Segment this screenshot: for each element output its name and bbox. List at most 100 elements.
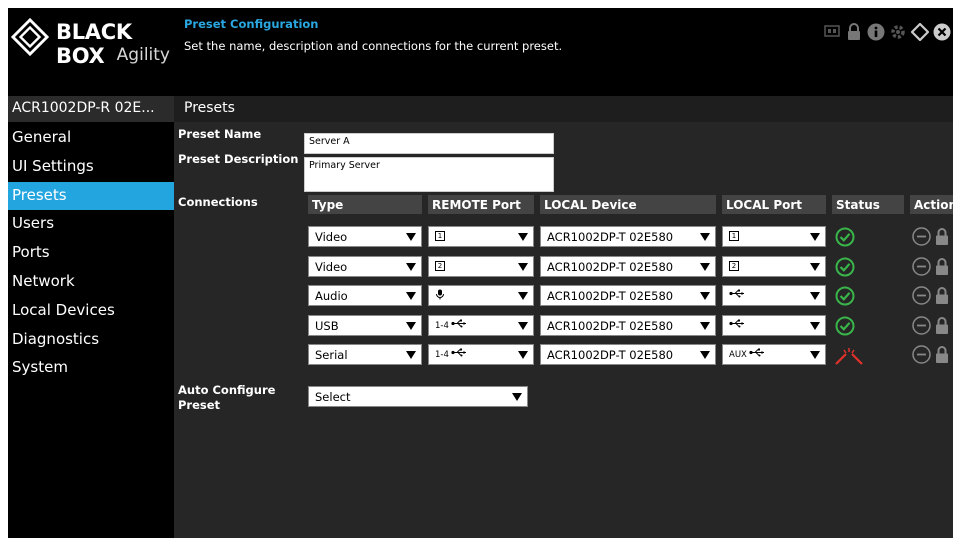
remove-icon[interactable] xyxy=(912,315,931,339)
sidebar-item-presets[interactable]: Presets xyxy=(8,181,174,211)
lock-icon[interactable] xyxy=(935,345,949,368)
chevron-down-icon xyxy=(810,321,820,330)
lock-icon[interactable] xyxy=(935,286,949,309)
remote-select[interactable] xyxy=(428,285,534,306)
lock-icon[interactable] xyxy=(935,257,949,280)
monitor-2-icon: 2 xyxy=(435,260,445,271)
col-header-type: Type xyxy=(308,195,422,214)
chevron-down-icon xyxy=(810,233,820,241)
type-select[interactable]: Video xyxy=(308,226,422,247)
chevron-down-icon xyxy=(518,292,528,300)
status-ok-icon xyxy=(835,227,855,247)
remote-port-value: 1-4 xyxy=(435,319,467,331)
status-ok-icon xyxy=(835,286,855,306)
preset-description-input[interactable]: Primary Server xyxy=(304,157,554,192)
preset-name-label: Preset Name xyxy=(178,127,262,141)
chevron-down-icon xyxy=(406,262,416,271)
row-actions xyxy=(912,256,949,280)
type-select[interactable]: Audio xyxy=(308,285,422,306)
local-select[interactable]: 2 xyxy=(722,255,826,277)
type-value: Video xyxy=(315,230,348,244)
remote-select[interactable]: 1 xyxy=(428,226,534,247)
col-header-status: Status xyxy=(832,195,904,214)
lock-icon[interactable] xyxy=(935,316,949,339)
device-name: ACR1002DP-R 02E... xyxy=(8,96,174,122)
remote-port-range: 1-4 xyxy=(435,350,449,360)
type-value: Audio xyxy=(315,289,348,303)
col-header-local-port: LOCAL Port xyxy=(722,195,826,214)
preset-name-input[interactable]: Server A xyxy=(304,133,554,154)
local-port-value xyxy=(729,319,745,331)
remove-icon[interactable] xyxy=(912,256,931,280)
row-actions xyxy=(912,345,949,368)
device-select[interactable]: ACR1002DP-T 02E580 xyxy=(540,255,716,277)
auto-configure-select[interactable]: Select xyxy=(308,386,528,407)
usb-icon xyxy=(749,348,765,360)
remove-icon[interactable] xyxy=(912,345,931,368)
settings-icon[interactable] xyxy=(888,22,907,41)
close-icon[interactable] xyxy=(932,22,951,41)
usb-icon xyxy=(729,289,745,301)
usb-icon xyxy=(451,319,467,331)
local-select[interactable]: AUX xyxy=(722,344,826,365)
col-header-local-device: LOCAL Device xyxy=(540,195,716,214)
screen-icon[interactable] xyxy=(822,22,841,41)
usb-icon xyxy=(729,319,745,331)
status-ok-icon xyxy=(835,316,855,336)
auto-configure-label-line1: Auto Configure xyxy=(178,383,276,397)
remote-port-range: 1-4 xyxy=(435,320,449,331)
device-select[interactable]: ACR1002DP-T 02E580 xyxy=(540,344,716,365)
connections-label: Connections xyxy=(178,195,258,209)
local-select[interactable] xyxy=(722,285,826,306)
sidebar-item-system[interactable]: System xyxy=(8,354,174,383)
device-value: ACR1002DP-T 02E580 xyxy=(547,289,674,303)
col-header-actions: Actions xyxy=(910,195,953,214)
preset-description-label: Preset Description xyxy=(178,152,299,166)
device-select[interactable]: ACR1002DP-T 02E580 xyxy=(540,314,716,336)
page-title: Presets xyxy=(174,96,953,122)
local-port-value xyxy=(729,289,745,301)
row-actions xyxy=(912,315,949,339)
type-select[interactable]: Video xyxy=(308,255,422,277)
status-ok-icon xyxy=(835,257,855,277)
sidebar-item-local-devices[interactable]: Local Devices xyxy=(8,297,174,326)
chevron-down-icon xyxy=(518,351,528,359)
device-select[interactable]: ACR1002DP-T 02E580 xyxy=(540,226,716,247)
chevron-down-icon xyxy=(406,233,416,241)
col-header-remote-port: REMOTE Port xyxy=(428,195,534,214)
sidebar-item-diagnostics[interactable]: Diagnostics xyxy=(8,326,174,355)
type-select[interactable]: Serial xyxy=(308,344,422,365)
app-window: BLACK BOX Agility Preset Configuration S… xyxy=(8,8,953,538)
usb-icon xyxy=(451,348,467,360)
chevron-down-icon xyxy=(700,233,710,241)
auto-configure-value: Select xyxy=(315,390,351,404)
device-value: ACR1002DP-T 02E580 xyxy=(547,318,674,333)
device-select[interactable]: ACR1002DP-T 02E580 xyxy=(540,285,716,306)
type-value: USB xyxy=(315,318,339,333)
brand-logo: BLACK BOX Agility xyxy=(8,8,174,96)
info-icon[interactable] xyxy=(866,22,885,41)
sidebar-item-ui-settings[interactable]: UI Settings xyxy=(8,153,174,182)
sidebar-item-general[interactable]: General xyxy=(8,124,174,153)
chevron-down-icon xyxy=(700,262,710,271)
sidebar-item-network[interactable]: Network xyxy=(8,268,174,297)
refresh-icon[interactable] xyxy=(910,22,929,41)
remove-icon[interactable] xyxy=(912,227,931,250)
remote-select[interactable]: 1-4 xyxy=(428,314,534,336)
chevron-down-icon xyxy=(810,351,820,359)
sidebar-item-ports[interactable]: Ports xyxy=(8,239,174,268)
chevron-down-icon xyxy=(406,351,416,359)
sidebar-item-users[interactable]: Users xyxy=(8,210,174,239)
local-select[interactable]: 1 xyxy=(722,226,826,247)
type-value: Video xyxy=(315,259,348,274)
auto-configure-label-line2: Preset xyxy=(178,398,221,412)
lock-icon[interactable] xyxy=(844,22,863,41)
remote-select[interactable]: 2 xyxy=(428,255,534,277)
lock-icon[interactable] xyxy=(935,227,949,250)
type-select[interactable]: USB xyxy=(308,314,422,336)
remove-icon[interactable] xyxy=(912,286,931,309)
remote-select[interactable]: 1-4 xyxy=(428,344,534,365)
local-select[interactable] xyxy=(722,314,826,336)
device-value: ACR1002DP-T 02E580 xyxy=(547,348,674,362)
type-value: Serial xyxy=(315,348,348,362)
